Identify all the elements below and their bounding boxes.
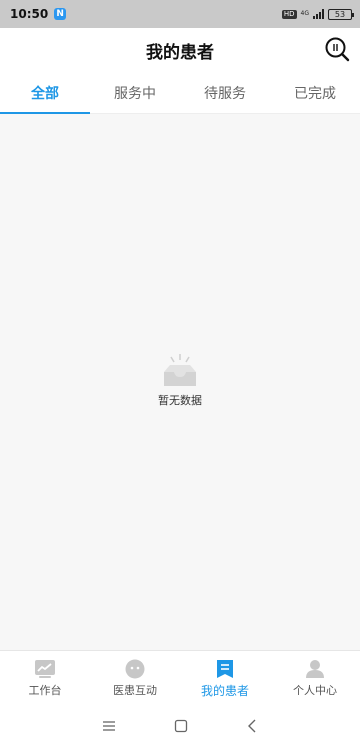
status-tabs: 全部 服务中 待服务 已完成 xyxy=(0,72,360,114)
nav-item-interaction[interactable]: 医患互动 xyxy=(90,651,180,704)
nav-label-my-patients: 我的患者 xyxy=(200,684,249,698)
tab-all[interactable]: 全部 xyxy=(0,72,90,114)
battery-icon: 53 xyxy=(328,8,354,20)
bookmark-list-icon xyxy=(217,660,233,678)
page-title: 我的患者 xyxy=(146,42,214,63)
nav-label-workbench: 工作台 xyxy=(28,684,62,697)
app-notification-icon: N xyxy=(54,8,67,20)
nav-label-interaction: 医患互动 xyxy=(113,684,157,697)
status-bar: 10:50 N HD 4G 53 xyxy=(0,0,360,28)
header: 我的患者 xyxy=(0,28,360,72)
person-icon xyxy=(306,660,324,678)
nav-item-my-patients[interactable]: 我的患者 xyxy=(180,651,270,704)
nav-label-profile: 个人中心 xyxy=(293,684,337,697)
tab-in-service[interactable]: 服务中 xyxy=(90,72,180,113)
empty-state-text: 暂无数据 xyxy=(158,394,202,407)
search-icon xyxy=(325,37,350,62)
back-icon[interactable] xyxy=(246,719,258,733)
tab-pending[interactable]: 待服务 xyxy=(180,72,270,113)
network-type-label: 4G xyxy=(300,10,309,17)
signal-icon xyxy=(313,9,324,19)
search-button[interactable] xyxy=(324,36,350,62)
chat-bubble-icon xyxy=(125,659,145,679)
home-icon[interactable] xyxy=(174,719,188,733)
status-indicators: HD 4G 53 xyxy=(281,8,354,20)
network-type-icon: 4G xyxy=(301,11,309,17)
empty-tray-icon xyxy=(164,354,196,386)
nav-item-profile[interactable]: 个人中心 xyxy=(270,651,360,704)
chart-icon xyxy=(35,660,55,678)
nav-item-workbench[interactable]: 工作台 xyxy=(0,651,90,704)
hd-icon: HD xyxy=(281,9,297,19)
system-nav-bar xyxy=(0,704,360,748)
empty-state: 暂无数据 xyxy=(0,352,360,408)
bottom-nav: 工作台 医患互动 我的患者 个人中心 xyxy=(0,650,360,704)
status-time: 10:50 xyxy=(10,7,49,21)
app-screen: 10:50 N HD 4G 53 我的患者 全部 服务中 待服务 已完成 暂无数… xyxy=(0,0,360,748)
menu-icon[interactable] xyxy=(102,720,116,732)
tab-completed[interactable]: 已完成 xyxy=(270,72,360,113)
